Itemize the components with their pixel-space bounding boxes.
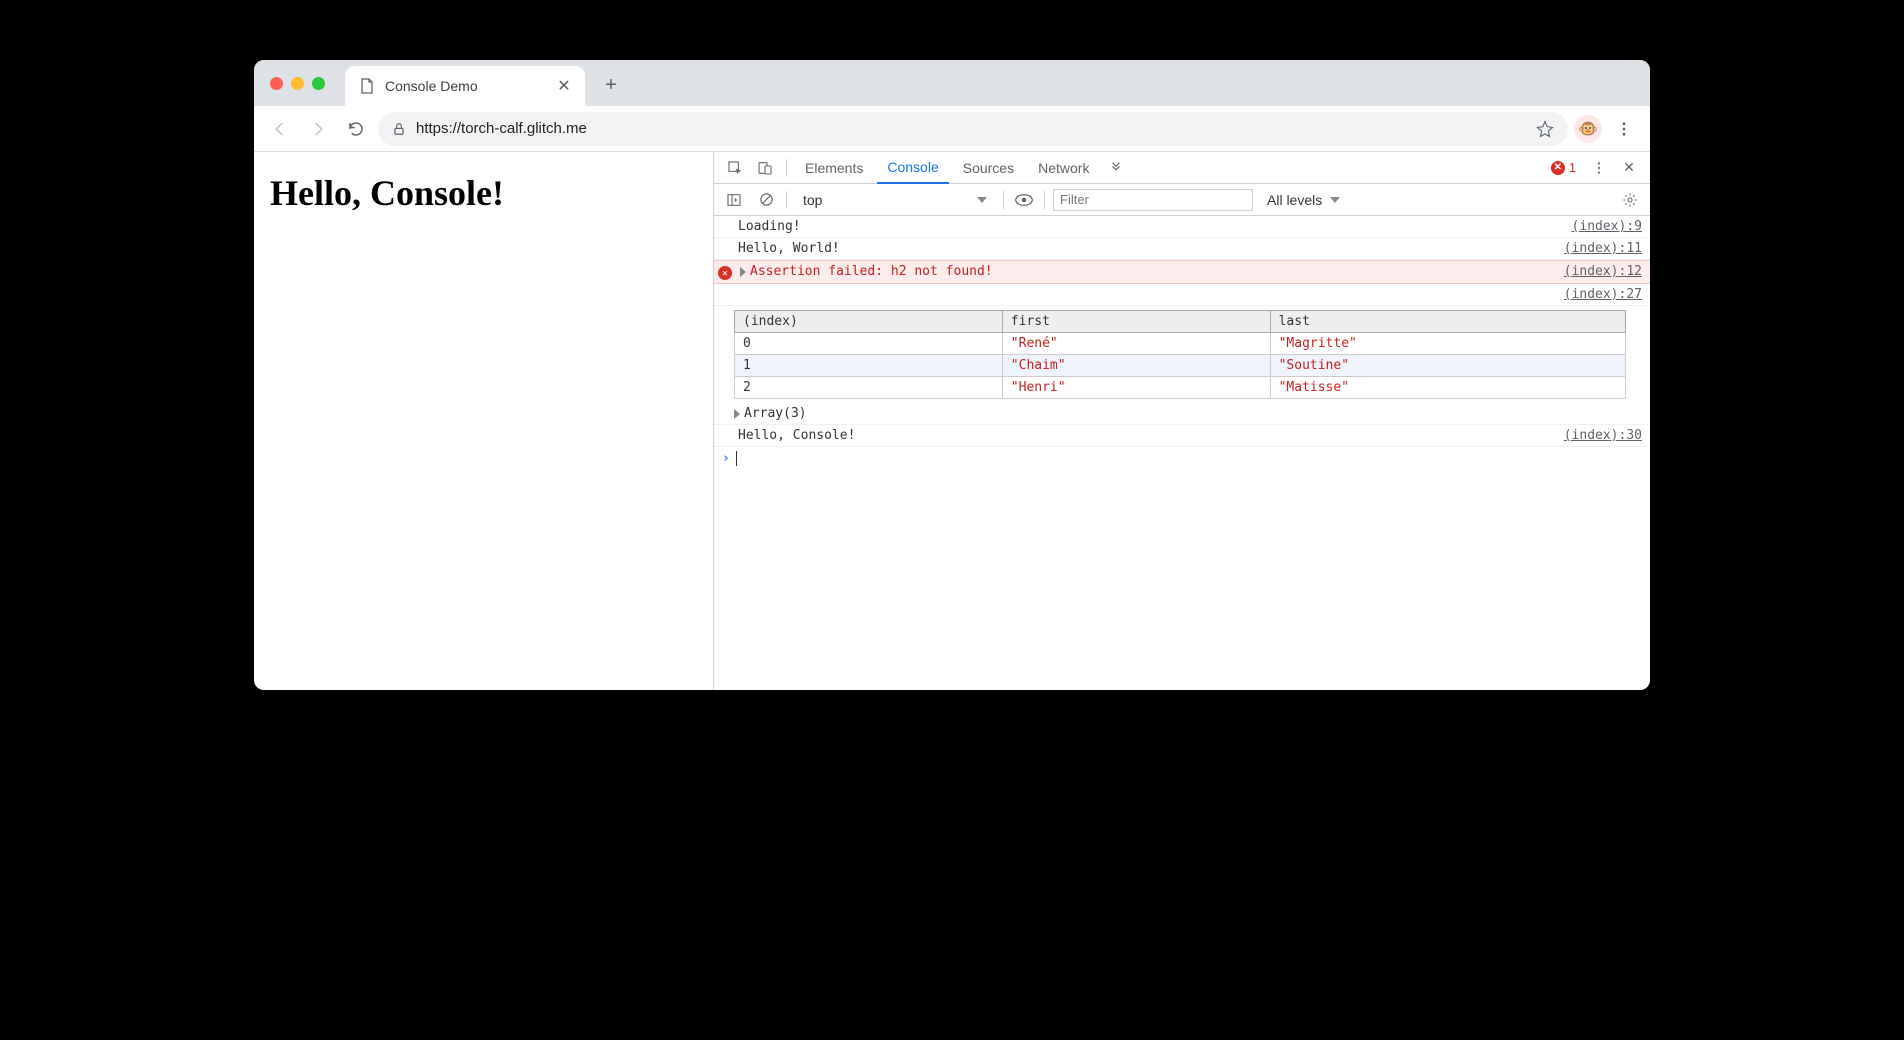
error-count: 1 [1569,160,1576,175]
page-content: Hello, Console! [254,152,714,690]
table-cell: "René" [1002,333,1270,355]
log-source-link[interactable]: (index):12 [1564,264,1642,279]
window-close-button[interactable] [270,77,283,90]
device-toggle-icon[interactable] [752,155,778,181]
forward-button[interactable] [302,113,334,145]
divider [1044,191,1045,209]
log-message: Hello, World! [734,241,1564,256]
inspect-element-icon[interactable] [722,155,748,181]
browser-window: Console Demo ✕ + 🐵 [254,60,1650,690]
divider [786,191,787,209]
console-settings-icon[interactable] [1618,188,1642,212]
error-icon: ✕ [718,266,732,280]
reload-button[interactable] [340,113,372,145]
chevron-down-icon [1330,197,1340,203]
log-source-link[interactable]: (index):30 [1564,428,1642,443]
tab-sources[interactable]: Sources [953,152,1024,184]
tab-bar: Console Demo ✕ + [254,60,1650,106]
table-cell: 1 [735,355,1003,377]
table-cell: "Matisse" [1270,377,1625,399]
prompt-cursor [736,451,737,466]
table-row[interactable]: 0 "René" "Magritte" [735,333,1626,355]
content-area: Hello, Console! Elements Console Sources… [254,152,1650,690]
table-cell: 0 [735,333,1003,355]
context-selector[interactable]: top [795,190,995,210]
context-label: top [803,192,822,208]
tab-title: Console Demo [385,78,547,94]
table-cell: "Soutine" [1270,355,1625,377]
table-cell: "Magritte" [1270,333,1625,355]
devtools-menu-icon[interactable] [1586,155,1612,181]
console-output: Loading! (index):9 Hello, World! (index)… [714,216,1650,690]
prompt-chevron-icon: › [722,451,730,466]
devtools-tabs: Elements Console Sources Network ✕ 1 ✕ [714,152,1650,184]
clear-console-icon[interactable] [754,188,778,212]
console-sidebar-toggle-icon[interactable] [722,188,746,212]
expand-icon[interactable] [740,267,746,277]
levels-label: All levels [1267,192,1322,208]
filter-input[interactable] [1053,189,1253,211]
table-cell: "Chaim" [1002,355,1270,377]
profile-avatar[interactable]: 🐵 [1574,115,1602,143]
page-heading: Hello, Console! [270,172,697,214]
table-header[interactable]: last [1270,311,1625,333]
log-source-link[interactable]: (index):11 [1564,241,1642,256]
console-table: (index) first last 0 "René" "Magritte" [714,306,1650,403]
tab-close-button[interactable]: ✕ [557,79,571,93]
array-summary[interactable]: Array(3) [714,403,1650,425]
table-cell: 2 [735,377,1003,399]
lock-icon [392,122,406,136]
log-levels-selector[interactable]: All levels [1261,192,1346,208]
console-toolbar: top All levels [714,184,1650,216]
divider [1003,191,1004,209]
log-message: Hello, Console! [734,428,1564,443]
new-tab-button[interactable]: + [597,71,625,99]
window-maximize-button[interactable] [312,77,325,90]
chevron-down-icon [977,197,987,203]
url-input[interactable] [416,120,1526,137]
console-prompt[interactable]: › [714,447,1650,470]
table-cell: "Henri" [1002,377,1270,399]
window-controls [270,77,325,90]
page-icon [359,78,375,94]
table-header[interactable]: (index) [735,311,1003,333]
log-row: Hello, World! (index):11 [714,238,1650,260]
error-counter[interactable]: ✕ 1 [1551,160,1576,175]
log-source-link[interactable]: (index):27 [1564,287,1642,302]
log-message: Assertion failed: h2 not found! [736,264,1564,279]
tab-elements[interactable]: Elements [795,152,873,184]
table-row[interactable]: 1 "Chaim" "Soutine" [735,355,1626,377]
tab-network[interactable]: Network [1028,152,1099,184]
browser-toolbar: 🐵 [254,106,1650,152]
log-row: Hello, Console! (index):30 [714,425,1650,447]
expand-icon[interactable] [734,409,740,419]
address-bar[interactable] [378,112,1568,146]
devtools-panel: Elements Console Sources Network ✕ 1 ✕ [714,152,1650,690]
log-row: Loading! (index):9 [714,216,1650,238]
more-tabs-icon[interactable] [1103,155,1129,181]
devtools-close-icon[interactable]: ✕ [1616,155,1642,181]
browser-tab[interactable]: Console Demo ✕ [345,66,585,106]
log-row: (index):27 [714,284,1650,306]
table-header[interactable]: first [1002,311,1270,333]
log-message: Loading! [734,219,1572,234]
table-row[interactable]: 2 "Henri" "Matisse" [735,377,1626,399]
log-source-link[interactable]: (index):9 [1572,219,1642,234]
browser-menu-button[interactable] [1608,113,1640,145]
tab-console[interactable]: Console [877,152,948,184]
divider [786,159,787,177]
bookmark-icon[interactable] [1536,120,1554,138]
error-icon: ✕ [1551,161,1565,175]
window-minimize-button[interactable] [291,77,304,90]
live-expression-icon[interactable] [1012,188,1036,212]
back-button[interactable] [264,113,296,145]
log-row-error: ✕ Assertion failed: h2 not found! (index… [714,260,1650,284]
